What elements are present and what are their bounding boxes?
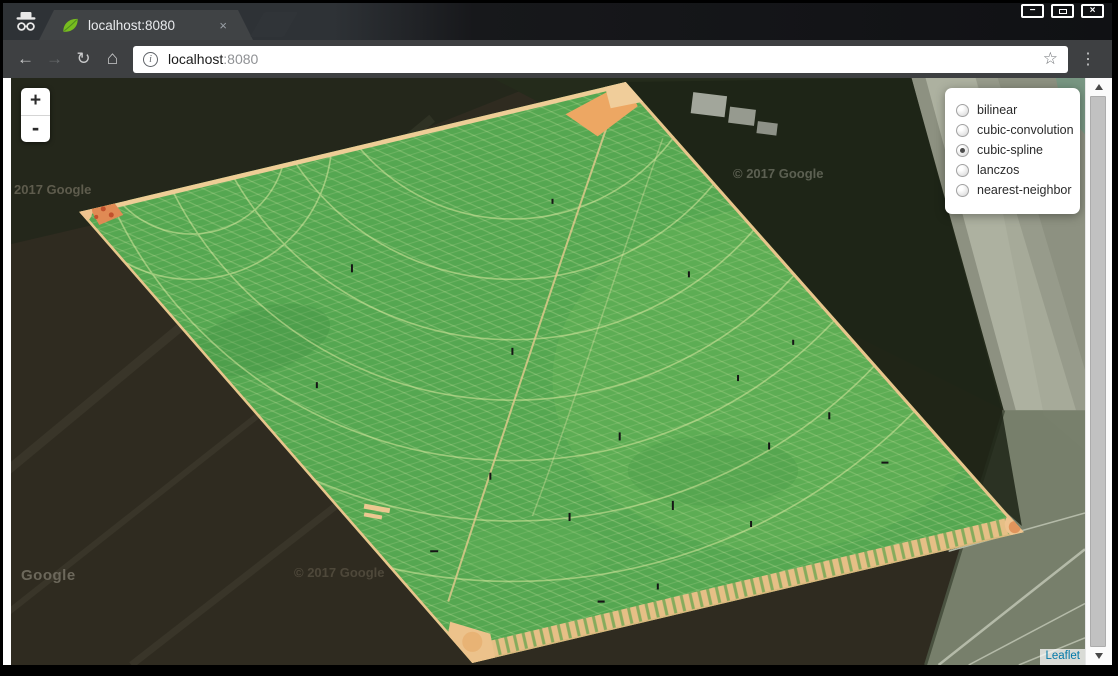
zoom-in-button[interactable]: + [21,88,50,115]
page-info-icon[interactable]: i [143,52,158,67]
option-nearest-neighbor[interactable]: nearest-neighbor [956,180,1072,200]
option-label: nearest-neighbor [977,183,1072,197]
browser-tab[interactable]: localhost:8080 × [39,10,253,40]
minimize-button[interactable]: − [1021,4,1044,18]
option-label: cubic-spline [977,143,1043,157]
scroll-down-icon [1095,653,1103,659]
url-port: :8080 [223,51,258,67]
address-bar[interactable]: i localhost :8080 ☆ [133,46,1068,73]
maximize-button[interactable] [1051,4,1074,18]
forward-icon: → [40,49,69,69]
option-bilinear[interactable]: bilinear [956,100,1072,120]
window-controls: − × [1021,4,1104,18]
scrollbar-thumb[interactable] [1090,96,1106,647]
back-icon[interactable]: ← [11,49,40,69]
option-label: bilinear [977,103,1017,117]
reload-icon[interactable]: ↻ [69,49,98,69]
zoom-out-button[interactable]: - [21,115,50,142]
close-button[interactable]: × [1081,4,1104,18]
satellite-map-canvas [11,78,1085,665]
browser-window: localhost:8080 × − × ← → ↻ ⌂ i localhost… [3,3,1112,665]
leaf-favicon-icon [61,16,80,35]
page-viewport: 2017 Google © 2017 Google © 2017 Google … [3,78,1112,665]
desktop: localhost:8080 × − × ← → ↻ ⌂ i localhost… [0,0,1118,676]
leaflet-map[interactable]: 2017 Google © 2017 Google © 2017 Google … [11,78,1085,665]
url-host: localhost [168,51,223,67]
option-cubic-spline[interactable]: cubic-spline [956,140,1072,160]
home-icon[interactable]: ⌂ [98,48,127,70]
scroll-down-button[interactable] [1086,648,1112,664]
scroll-up-button[interactable] [1086,79,1112,95]
bookmark-star-icon[interactable]: ☆ [1043,49,1058,69]
maximize-icon [1059,9,1067,14]
new-tab-button[interactable] [250,12,298,37]
radio-bilinear[interactable] [956,104,969,117]
option-lanczos[interactable]: lanczos [956,160,1072,180]
scroll-up-icon [1095,84,1103,90]
option-label: cubic-convolution [977,123,1074,137]
leaflet-attribution[interactable]: Leaflet [1040,649,1085,665]
browser-menu-icon[interactable]: ⋮ [1078,49,1098,69]
zoom-control: + - [21,88,50,142]
option-cubic-convolution[interactable]: cubic-convolution [956,120,1072,140]
navigation-toolbar: ← → ↻ ⌂ i localhost :8080 ☆ ⋮ [3,40,1112,78]
radio-cubic-spline[interactable] [956,144,969,157]
radio-cubic-convolution[interactable] [956,124,969,137]
radio-lanczos[interactable] [956,164,969,177]
resampling-panel: bilinear cubic-convolution cubic-spline … [945,88,1080,214]
tab-title: localhost:8080 [88,18,175,33]
tab-bar: localhost:8080 × − × [3,3,1112,40]
tab-close-icon[interactable]: × [219,18,227,33]
option-label: lanczos [977,163,1019,177]
vertical-scrollbar[interactable] [1085,78,1112,665]
radio-nearest-neighbor[interactable] [956,184,969,197]
incognito-icon [14,11,38,33]
